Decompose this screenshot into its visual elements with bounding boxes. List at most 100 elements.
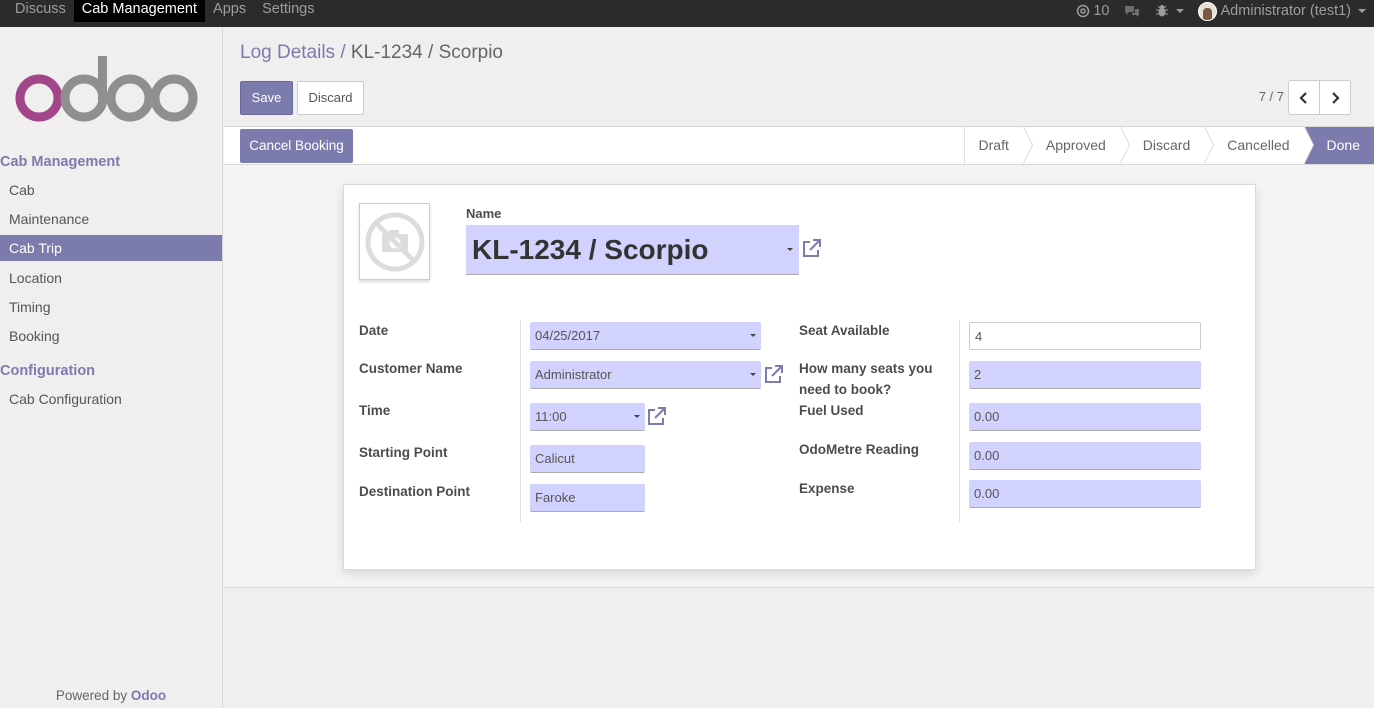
date-field[interactable]: 04/25/2017 — [530, 322, 761, 350]
powered-by-link[interactable]: Odoo — [131, 688, 166, 703]
menu-discuss[interactable]: Discuss — [7, 0, 74, 22]
app-menu: Discuss Cab Management Apps Settings — [7, 0, 323, 27]
name-label: Name — [466, 206, 502, 221]
notifications-count: 10 — [1093, 3, 1110, 19]
sidebar-item-cab-trip[interactable]: Cab Trip — [0, 235, 222, 261]
name-select[interactable]: KL-1234 / Scorpio — [466, 225, 799, 275]
pager-previous-button[interactable] — [1288, 80, 1320, 115]
customer-name-label: Customer Name — [359, 361, 463, 376]
destination-point-field[interactable]: Faroke — [530, 484, 645, 512]
starting-point-value: Calicut — [535, 451, 575, 466]
name-value: KL-1234 / Scorpio — [472, 234, 709, 265]
breadcrumb-current: KL-1234 / Scorpio — [350, 42, 503, 63]
seats-to-book-value: 2 — [974, 367, 982, 382]
time-select[interactable]: 11:00 — [530, 403, 645, 431]
field-separator — [520, 320, 521, 522]
chevron-down-icon — [1358, 9, 1366, 13]
time-value: 11:00 — [535, 409, 567, 424]
fuel-used-field[interactable]: 0.00 — [969, 403, 1201, 431]
breadcrumb-separator: / — [335, 42, 351, 63]
sidebar-item-booking[interactable]: Booking — [0, 323, 222, 349]
sidebar-item-cab-configuration[interactable]: Cab Configuration — [0, 386, 222, 412]
seats-to-book-label: How many seats you need to book? — [799, 358, 933, 400]
form-sheet: Name KL-1234 / Scorpio Date 04/25/2017 C… — [343, 184, 1256, 570]
sidebar-item-maintenance[interactable]: Maintenance — [0, 206, 222, 232]
field-separator — [959, 320, 960, 522]
expense-label: Expense — [799, 481, 855, 496]
starting-point-label: Starting Point — [359, 445, 448, 460]
chevron-down-icon — [634, 415, 640, 418]
seats-to-book-label-line1: How many seats you — [799, 361, 933, 376]
fuel-used-label: Fuel Used — [799, 403, 864, 418]
sidebar-item-location[interactable]: Location — [0, 265, 222, 291]
cancel-booking-button[interactable]: Cancel Booking — [240, 129, 353, 163]
seat-available-field[interactable]: 4 — [969, 322, 1201, 350]
expense-value: 0.00 — [974, 486, 1000, 501]
status-stages: Draft Approved Discard Cancelled Done — [963, 127, 1374, 164]
sidebar-item-cab[interactable]: Cab — [0, 177, 222, 203]
stage-draft-label: Draft — [978, 137, 1009, 153]
customer-name-select[interactable]: Administrator — [530, 361, 761, 389]
date-label: Date — [359, 323, 389, 338]
seat-available-value: 4 — [975, 329, 983, 344]
destination-point-label: Destination Point — [359, 484, 470, 499]
time-label: Time — [359, 403, 391, 418]
breadcrumb-parent[interactable]: Log Details — [240, 42, 335, 63]
debug-menu-button[interactable] — [1155, 4, 1185, 18]
discard-button[interactable]: Discard — [297, 81, 364, 115]
odometre-reading-label: OdoMetre Reading — [799, 442, 920, 457]
pager-value: 7 / 7 — [1258, 89, 1284, 104]
starting-point-field[interactable]: Calicut — [530, 445, 645, 473]
date-value: 04/25/2017 — [535, 328, 601, 343]
control-panel: Log Details / KL-1234 / Scorpio Save Dis… — [224, 27, 1374, 127]
stage-draft[interactable]: Draft — [963, 127, 1033, 164]
expense-field[interactable]: 0.00 — [969, 480, 1201, 508]
external-link-icon[interactable] — [801, 238, 822, 259]
seat-available-label: Seat Available — [799, 323, 890, 338]
odometre-reading-field[interactable]: 0.00 — [969, 442, 1201, 470]
seats-to-book-field[interactable]: 2 — [969, 361, 1201, 389]
chevron-down-icon — [787, 248, 793, 251]
sidebar-item-timing[interactable]: Timing — [0, 294, 222, 320]
stage-discard-label: Discard — [1142, 137, 1191, 153]
menu-cab-management[interactable]: Cab Management — [73, 0, 206, 22]
stage-done: Done — [1303, 127, 1374, 164]
chevron-down-icon — [750, 334, 756, 337]
fuel-used-value: 0.00 — [974, 409, 1000, 424]
stage-cancelled[interactable]: Cancelled — [1204, 127, 1314, 164]
chevron-down-icon — [1176, 9, 1185, 13]
breadcrumb: Log Details / KL-1234 / Scorpio — [240, 42, 503, 64]
stage-approved-label: Approved — [1045, 137, 1106, 153]
avatar — [1198, 1, 1218, 21]
save-button[interactable]: Save — [240, 81, 293, 115]
external-link-icon[interactable] — [763, 364, 784, 385]
notifications-button[interactable]: 10 — [1076, 3, 1109, 19]
at-icon — [1077, 4, 1090, 18]
menu-apps[interactable]: Apps — [205, 0, 254, 22]
user-menu[interactable]: Administrator (test1) — [1198, 1, 1366, 21]
stage-discard[interactable]: Discard — [1119, 127, 1215, 164]
stage-approved[interactable]: Approved — [1022, 127, 1130, 164]
menu-settings[interactable]: Settings — [254, 0, 322, 22]
seats-to-book-label-line2: need to book? — [799, 382, 892, 397]
chat-button[interactable] — [1123, 4, 1141, 18]
chevron-right-icon — [1332, 91, 1340, 104]
sidebar-section-configuration: Configuration — [0, 363, 96, 379]
chat-icon — [1125, 6, 1140, 17]
powered-by: Powered by Odoo — [0, 688, 222, 703]
pager-next-button[interactable] — [1319, 80, 1351, 115]
odoo-logo — [15, 56, 198, 122]
odometre-reading-value: 0.00 — [974, 448, 1000, 463]
customer-name-value: Administrator — [535, 367, 612, 382]
powered-by-text: Powered by — [55, 688, 128, 703]
no-image-icon — [365, 212, 424, 271]
user-name: Administrator (test1) — [1220, 3, 1351, 19]
sidebar-section-cab-management: Cab Management — [0, 154, 121, 170]
chevron-left-icon — [1299, 91, 1307, 104]
chevron-down-icon — [750, 373, 756, 376]
external-link-icon[interactable] — [646, 406, 667, 427]
cab-image-placeholder[interactable] — [359, 203, 430, 280]
stage-cancelled-label: Cancelled — [1227, 137, 1290, 153]
sidebar: Cab Management Cab Maintenance Cab Trip … — [0, 27, 223, 708]
stage-done-label: Done — [1326, 137, 1360, 153]
